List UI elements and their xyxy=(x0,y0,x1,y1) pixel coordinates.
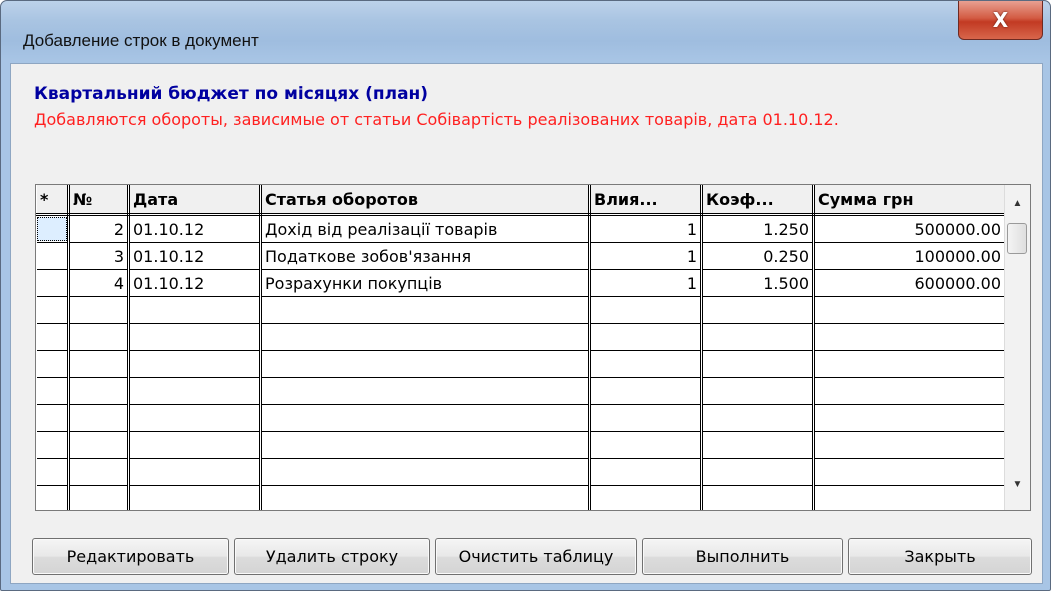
cell-article[interactable]: Розрахунки покупців xyxy=(260,269,591,297)
cell-coefficient[interactable]: 0.250 xyxy=(701,242,815,270)
clear-table-button[interactable]: Очистить таблицу xyxy=(435,538,637,575)
cell-influence[interactable]: 1 xyxy=(589,214,703,243)
scroll-up-arrow-icon[interactable]: ▲ xyxy=(1005,193,1030,215)
cell-article[interactable]: Дохід від реалізації товарів xyxy=(260,214,591,243)
row-select-cell[interactable] xyxy=(36,214,70,243)
table-header-row: * № Дата Статья оборотов Влия... Коэф...… xyxy=(36,185,1007,216)
table-row[interactable]: 2 01.10.12 Дохід від реалізації товарів … xyxy=(36,214,1007,243)
column-header-article[interactable]: Статья оборотов xyxy=(260,185,591,216)
dialog-window: Добавление строк в документ X Квартальни… xyxy=(0,0,1051,591)
column-header-coefficient[interactable]: Коэф... xyxy=(701,185,815,216)
close-button[interactable]: Закрыть xyxy=(848,538,1032,575)
cell-number[interactable]: 2 xyxy=(68,214,130,243)
title-bar[interactable]: Добавление строк в документ X xyxy=(1,1,1050,63)
empty-row[interactable] xyxy=(36,323,1007,351)
column-header-number[interactable]: № xyxy=(68,185,130,216)
rows-grid[interactable]: * № Дата Статья оборотов Влия... Коэф...… xyxy=(35,184,1031,511)
empty-row[interactable] xyxy=(36,350,1007,378)
rows-table: * № Дата Статья оборотов Влия... Коэф...… xyxy=(36,185,1007,510)
column-header-sum[interactable]: Сумма грн xyxy=(813,185,1007,216)
cell-number[interactable]: 3 xyxy=(68,242,130,270)
column-header-date[interactable]: Дата xyxy=(128,185,262,216)
cell-article[interactable]: Податкове зобов'язання xyxy=(260,242,591,270)
cell-sum[interactable]: 100000.00 xyxy=(813,242,1007,270)
row-select-cell[interactable] xyxy=(36,269,70,297)
empty-row[interactable] xyxy=(36,404,1007,432)
execute-button[interactable]: Выполнить xyxy=(642,538,843,575)
delete-row-button[interactable]: Удалить строку xyxy=(234,538,430,575)
empty-row[interactable] xyxy=(36,296,1007,324)
cell-sum[interactable]: 500000.00 xyxy=(813,214,1007,243)
cell-date[interactable]: 01.10.12 xyxy=(128,269,262,297)
table-row[interactable]: 4 01.10.12 Розрахунки покупців 1 1.500 6… xyxy=(36,269,1007,297)
budget-heading: Квартальний бюджет по місяцях (план) xyxy=(34,84,429,104)
cell-number[interactable]: 4 xyxy=(68,269,130,297)
vertical-scrollbar[interactable]: ▲ ▼ xyxy=(1004,185,1030,510)
focus-indicator xyxy=(36,217,66,241)
empty-row[interactable] xyxy=(36,377,1007,405)
scroll-thumb[interactable] xyxy=(1007,223,1027,254)
column-header-influence[interactable]: Влия... xyxy=(589,185,703,216)
cell-influence[interactable]: 1 xyxy=(589,242,703,270)
cell-date[interactable]: 01.10.12 xyxy=(128,242,262,270)
cell-coefficient[interactable]: 1.500 xyxy=(701,269,815,297)
table-row[interactable]: 3 01.10.12 Податкове зобов'язання 1 0.25… xyxy=(36,242,1007,270)
row-select-cell[interactable] xyxy=(36,242,70,270)
edit-button[interactable]: Редактировать xyxy=(32,538,229,575)
close-icon: X xyxy=(992,8,1009,32)
column-header-select[interactable]: * xyxy=(36,185,70,216)
window-title: Добавление строк в документ xyxy=(23,31,259,50)
cell-influence[interactable]: 1 xyxy=(589,269,703,297)
empty-row[interactable] xyxy=(36,458,1007,486)
empty-row[interactable] xyxy=(36,485,1007,510)
cell-date[interactable]: 01.10.12 xyxy=(128,214,262,243)
cell-coefficient[interactable]: 1.250 xyxy=(701,214,815,243)
cell-sum[interactable]: 600000.00 xyxy=(813,269,1007,297)
scroll-down-arrow-icon[interactable]: ▼ xyxy=(1005,474,1030,496)
dialog-client-area: Квартальний бюджет по місяцях (план) Доб… xyxy=(10,63,1043,584)
empty-row[interactable] xyxy=(36,431,1007,459)
close-window-button[interactable]: X xyxy=(958,1,1043,40)
info-message: Добавляются обороты, зависимые от статьи… xyxy=(34,110,839,129)
